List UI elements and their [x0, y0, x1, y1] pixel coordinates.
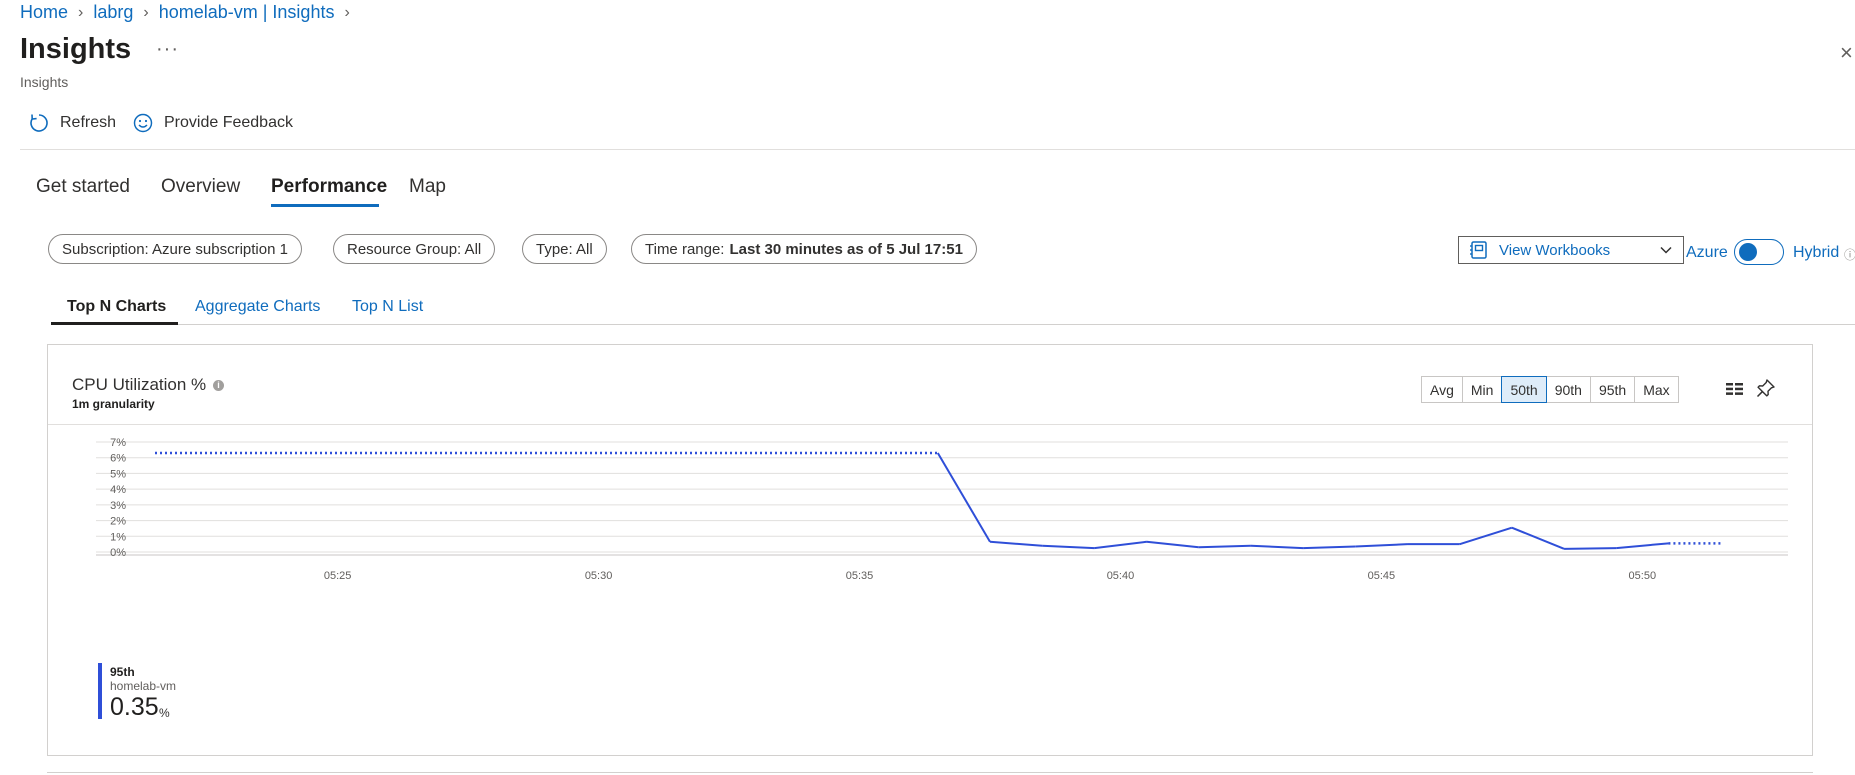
chevron-right-icon: › [344, 3, 350, 21]
active-sub-tab-indicator [51, 322, 178, 325]
series-line-segment [1094, 540, 1147, 550]
breadcrumb-home[interactable]: Home [20, 2, 68, 23]
refresh-button[interactable]: Refresh [28, 112, 116, 134]
breadcrumb-resource-group[interactable]: labrg [93, 2, 133, 23]
refresh-icon [30, 114, 48, 132]
page-subtitle: Insights [20, 74, 69, 90]
more-options-icon[interactable]: ··· [156, 38, 179, 61]
legend-series-name: 95th [110, 665, 135, 679]
cpu-utilization-chart: 0%1%2%3%4%5%6%7% 05:25 05:30 05:35 05:40 05:… [96, 437, 1788, 582]
legend-resource-name: homelab-vm [110, 679, 177, 693]
time-range-label: Time range: [645, 240, 725, 258]
workbook-icon [1470, 241, 1487, 259]
sub-tab-divider [51, 324, 1855, 325]
y-tick-label: 4% [110, 484, 126, 496]
series-line-segment [936, 452, 991, 543]
provide-feedback-button[interactable]: Provide Feedback [132, 112, 293, 134]
type-filter-label: Type: All [536, 240, 593, 258]
agg-90th-button[interactable]: 90th [1545, 376, 1591, 403]
tab-map[interactable]: Map [409, 176, 446, 198]
toggle-knob [1739, 243, 1757, 261]
chevron-right-icon: › [143, 3, 149, 21]
series-line-segment [1146, 540, 1199, 549]
x-tick-label: 05:30 [585, 570, 613, 582]
time-range-filter[interactable]: Time range: Last 30 minutes as of 5 Jul … [631, 234, 977, 264]
tab-top-n-list[interactable]: Top N List [352, 298, 423, 316]
active-tab-indicator [271, 204, 379, 207]
x-tick-label: 05:45 [1368, 570, 1396, 582]
series-line-segment [1303, 545, 1356, 550]
view-workbooks-label: View Workbooks [1499, 241, 1611, 259]
y-axis-ticks: 0% 1% 2% 3% 4% 5% 6% 7% [110, 437, 126, 559]
chart-title: CPU Utilization % [72, 375, 207, 394]
agg-95th-button[interactable]: 95th [1589, 376, 1636, 403]
y-tick-label: 3% [110, 500, 126, 512]
chart-series [155, 451, 1721, 550]
time-range-value: Last 30 minutes as of 5 Jul 17:51 [729, 240, 963, 258]
view-workbooks-dropdown[interactable]: View Workbooks [1458, 236, 1684, 264]
chart-granularity: 1m granularity [72, 397, 155, 411]
y-tick-label: 1% [110, 531, 126, 543]
smiley-icon [133, 113, 153, 133]
series-line-segment [1564, 547, 1617, 550]
info-icon[interactable]: i [213, 380, 224, 391]
tab-get-started[interactable]: Get started [36, 176, 130, 198]
info-icon[interactable]: ⓘ [1844, 246, 1855, 263]
y-tick-label: 0% [110, 547, 126, 559]
x-tick-label: 05:25 [324, 570, 352, 582]
tab-overview[interactable]: Overview [161, 176, 240, 198]
chevron-down-icon [1660, 246, 1672, 254]
close-icon[interactable]: × [1840, 40, 1853, 66]
next-card-edge [47, 772, 1813, 773]
breadcrumb: Home › labrg › homelab-vm | Insights › [20, 2, 360, 23]
series-line-segment [1511, 526, 1565, 550]
azure-hybrid-toggle[interactable] [1734, 239, 1784, 265]
y-tick-label: 2% [110, 516, 126, 528]
series-line-segment [989, 540, 1043, 547]
aggregation-selector: Avg Min 50th 90th 95th Max [1421, 376, 1679, 403]
series-line-segment [1198, 544, 1251, 549]
pin-icon[interactable] [1756, 378, 1776, 398]
subscription-filter[interactable]: Subscription: Azure subscription 1 [48, 234, 302, 264]
hybrid-toggle-label: Hybrid [1793, 244, 1840, 261]
x-tick-label: 05:35 [846, 570, 874, 582]
breadcrumb-vm-insights[interactable]: homelab-vm | Insights [159, 2, 335, 23]
series-line-segment [1616, 542, 1669, 550]
tab-aggregate-charts[interactable]: Aggregate Charts [195, 298, 320, 316]
azure-toggle-label: Azure [1686, 244, 1728, 261]
command-bar-divider [20, 149, 1855, 150]
y-tick-label: 6% [110, 453, 126, 465]
x-tick-label: 05:50 [1629, 570, 1657, 582]
agg-50th-button[interactable]: 50th [1501, 376, 1547, 403]
y-tick-label: 7% [110, 437, 126, 449]
tab-top-n-charts[interactable]: Top N Charts [67, 298, 166, 316]
series-line-segment [1355, 543, 1408, 548]
provide-feedback-label: Provide Feedback [164, 114, 293, 131]
refresh-label: Refresh [60, 114, 117, 131]
agg-avg-button[interactable]: Avg [1421, 376, 1463, 403]
series-line-segment [1042, 544, 1095, 550]
page-title: Insights [20, 33, 132, 65]
agg-min-button[interactable]: Min [1461, 376, 1503, 403]
legend-color-swatch [98, 663, 102, 719]
subscription-filter-label: Subscription: Azure subscription 1 [62, 240, 288, 258]
legend-value: 0.35 [110, 693, 159, 721]
tab-performance[interactable]: Performance [271, 176, 387, 198]
x-axis-ticks: 05:25 05:30 05:35 05:40 05:45 05:50 [324, 570, 1656, 582]
type-filter[interactable]: Type: All [522, 234, 607, 264]
grid-view-icon[interactable] [1725, 381, 1745, 397]
agg-max-button[interactable]: Max [1634, 376, 1679, 403]
legend-unit: % [159, 706, 170, 720]
x-tick-label: 05:40 [1107, 570, 1135, 582]
series-line-segment [1250, 544, 1304, 550]
y-tick-label: 5% [110, 468, 126, 480]
resource-group-filter-label: Resource Group: All [347, 240, 482, 258]
chevron-right-icon: › [78, 3, 84, 21]
resource-group-filter[interactable]: Resource Group: All [333, 234, 496, 264]
